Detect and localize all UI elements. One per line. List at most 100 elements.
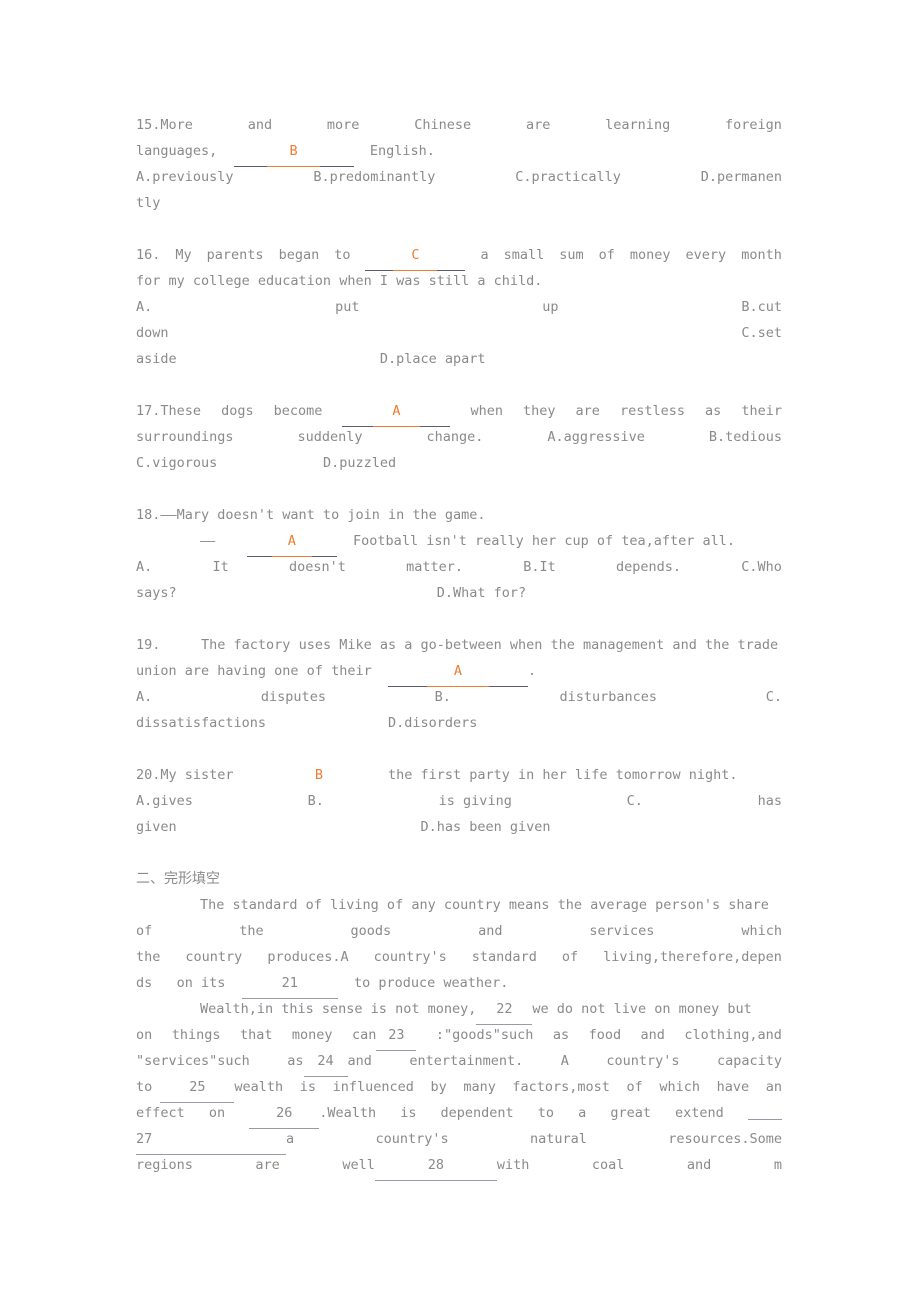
word: which	[659, 1079, 701, 1095]
word: dogs	[221, 403, 254, 419]
q17-answer-blank[interactable]: A	[342, 398, 451, 427]
option-c-text[interactable]: has	[758, 788, 782, 814]
option-c[interactable]: C.practically	[515, 164, 621, 190]
word: is	[299, 1079, 317, 1095]
option-b-text[interactable]: disturbances	[560, 684, 658, 710]
cloze-number: 24	[317, 1053, 334, 1069]
cloze-blank-22[interactable]: 22	[476, 996, 533, 1025]
word: to	[537, 1105, 555, 1121]
cloze-p2-line-4: to 25 wealth is influenced by many factor…	[136, 1074, 782, 1103]
option-a-t3[interactable]: matter.	[406, 554, 463, 580]
q19-options-line-1: A. disputes B. disturbances C.	[136, 684, 782, 710]
q16-options-line-3: aside D.place apart	[136, 346, 782, 372]
option-a[interactable]: A.aggressive	[547, 424, 645, 450]
q20-options-line-1: A.gives B. is giving C. has	[136, 788, 782, 814]
word: surroundings	[136, 429, 234, 445]
word: country's	[606, 1053, 680, 1069]
option-c[interactable]: C.	[766, 684, 782, 710]
blank-rule-highlight	[267, 166, 320, 167]
cloze-rule	[376, 1050, 417, 1051]
option-a[interactable]: A.previously	[136, 164, 234, 190]
blank-rule-highlight	[372, 426, 421, 427]
word: restless	[619, 403, 685, 419]
word: of	[626, 1079, 643, 1095]
blank-rule-highlight	[427, 686, 489, 687]
option-a-text[interactable]: disputes	[261, 684, 326, 710]
question-number: 19.	[136, 637, 161, 653]
word: as	[287, 1053, 304, 1069]
option-a-text[interactable]: put	[335, 294, 359, 320]
cloze-blank-24[interactable]: 24	[303, 1048, 348, 1077]
cloze-rule	[160, 1102, 235, 1103]
word: resources.Some	[668, 1131, 782, 1147]
cloze-blank-27[interactable]: 27	[136, 1126, 286, 1155]
cloze-rule	[136, 1154, 286, 1155]
option-a-text2[interactable]: up	[542, 294, 558, 320]
cloze-blank-23[interactable]: 23	[376, 1022, 417, 1051]
word: are	[575, 403, 600, 419]
q18-stem-line-1: 18.——Mary doesn't want to join in the ga…	[136, 502, 782, 528]
word: have	[716, 1079, 750, 1095]
option-d[interactable]: D.place apart	[380, 346, 486, 372]
cloze-rule	[476, 1024, 533, 1025]
option-b[interactable]: B.tedious	[709, 424, 782, 450]
word: are	[255, 1157, 280, 1173]
option-a[interactable]: A.gives	[136, 788, 193, 814]
word: on	[136, 1027, 153, 1043]
cloze-p2-line-3: "services"such as 24 and entertainment. A …	[136, 1048, 782, 1077]
q20-answer-blank[interactable]: B	[315, 762, 323, 788]
option-d[interactable]: D.permanen	[701, 164, 782, 190]
word: produces.A	[267, 949, 349, 965]
option-b-t[interactable]: depends.	[616, 554, 681, 580]
cloze-blank-28[interactable]: 28	[374, 1152, 497, 1181]
word: 16.	[136, 247, 161, 263]
word: regions	[136, 1157, 193, 1173]
option-d[interactable]: D.has been given	[420, 814, 550, 840]
question-16: 16. My parents began to C a small sum of…	[136, 242, 782, 372]
option-a[interactable]: A.	[136, 294, 152, 320]
cloze-p2-line-7: regions are well 28 with coal and m	[136, 1152, 782, 1181]
q19-answer-blank[interactable]: A	[387, 658, 528, 687]
option-c[interactable]: C.Who	[741, 554, 782, 580]
word: 18.——Mary doesn't want to join in the ga…	[136, 507, 486, 523]
word: learning	[605, 117, 671, 133]
option-a[interactable]: A.	[136, 684, 152, 710]
q18-answer-blank[interactable]: A	[246, 528, 337, 557]
word: living,therefore,depen	[603, 949, 782, 965]
option-c[interactable]: C.set	[741, 320, 782, 346]
option-c-cont[interactable]: says?	[136, 580, 177, 606]
option-d[interactable]: D.What for?	[437, 580, 526, 606]
cloze-blank-25[interactable]: 25	[160, 1074, 235, 1103]
word: factors,most	[512, 1079, 610, 1095]
option-b-cont[interactable]: down	[136, 320, 169, 346]
option-a-t2[interactable]: doesn't	[289, 554, 346, 580]
option-a-t1[interactable]: It	[213, 554, 229, 580]
option-c-text[interactable]: dissatisfactions	[136, 710, 266, 736]
word: coal	[591, 1157, 625, 1173]
option-b[interactable]: B.predominantly	[313, 164, 435, 190]
option-b[interactable]: B.It	[523, 554, 556, 580]
q15-answer-blank[interactable]: B	[233, 138, 354, 167]
option-b[interactable]: B.cut	[741, 294, 782, 320]
option-c-cont[interactable]: aside	[136, 346, 177, 372]
option-c[interactable]: C.vigorous	[136, 450, 217, 476]
question-18: 18.——Mary doesn't want to join in the ga…	[136, 502, 782, 606]
option-d[interactable]: D.disorders	[388, 710, 477, 736]
cloze-blank-21[interactable]: 21	[241, 970, 338, 999]
word: .Wealth	[319, 1105, 377, 1121]
word: every	[685, 247, 727, 263]
word: an	[765, 1079, 782, 1095]
option-d[interactable]: D.puzzled	[323, 450, 396, 476]
cloze-blank-26[interactable]: 26	[249, 1100, 320, 1129]
option-c[interactable]: C.	[627, 788, 643, 814]
option-c-cont[interactable]: given	[136, 814, 177, 840]
option-b[interactable]: B.	[308, 788, 324, 814]
option-b-text[interactable]: is giving	[439, 788, 512, 814]
option-a[interactable]: A.	[136, 554, 152, 580]
word: services	[589, 923, 655, 939]
word: and	[478, 923, 503, 939]
q16-options-line-2: down C.set	[136, 320, 782, 346]
q16-answer-blank[interactable]: C	[365, 242, 466, 271]
option-b[interactable]: B.	[435, 684, 451, 710]
document-body: 15.More and more Chinese are learning fo…	[136, 112, 782, 1181]
